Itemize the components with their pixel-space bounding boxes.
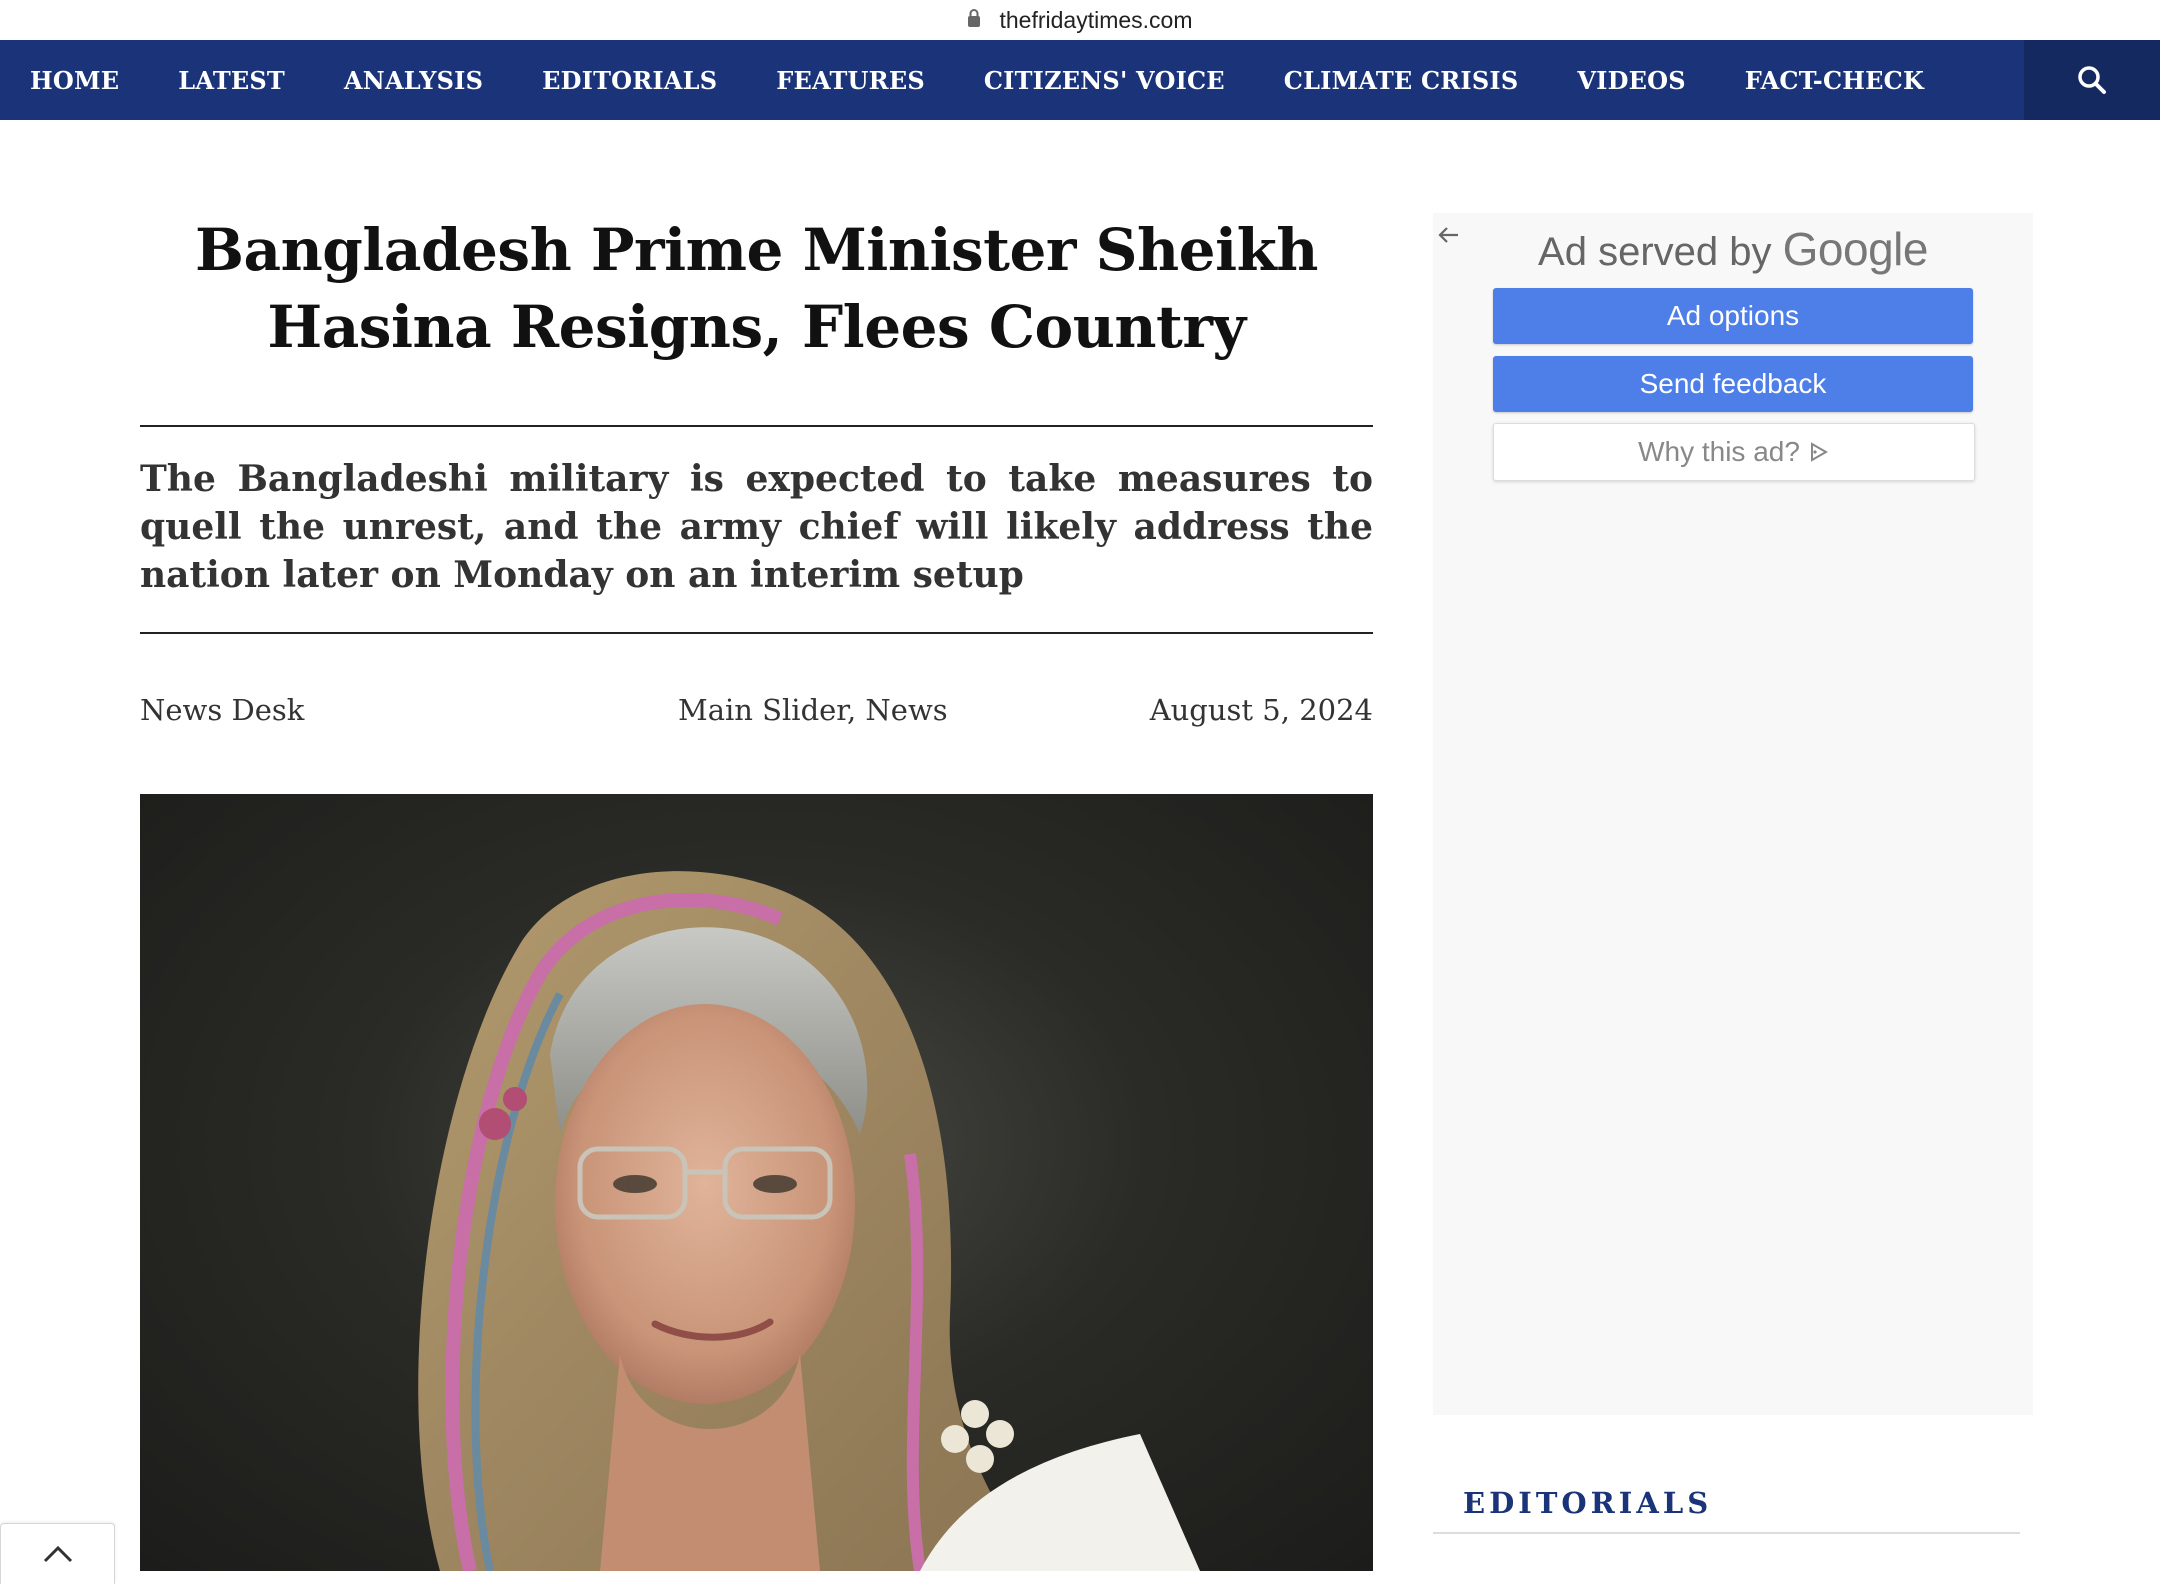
ad-title-prefix: Ad served by [1538,230,1772,274]
portrait-illustration [418,871,1200,1571]
article-dek: The Bangladeshi military is expected to … [140,458,1373,596]
nav-item-home[interactable]: HOME [30,66,119,95]
divider [140,632,1373,634]
nav-item-climate-crisis[interactable]: CLIMATE CRISIS [1284,66,1519,95]
headline-line-1: Bangladesh Prime Minister Sheikh [195,216,1318,284]
section-title-editorials[interactable]: EDITORIALS [1463,1486,1712,1520]
why-this-ad-button[interactable]: Why this ad? [1493,423,1975,481]
search-icon [2078,66,2106,94]
divider [1433,1532,2020,1534]
nav-item-features[interactable]: FEATURES [776,66,925,95]
adchoices-icon [1810,442,1828,462]
why-this-ad-label: Why this ad? [1638,436,1800,467]
main-nav: HOME LATEST ANALYSIS EDITORIALS FEATURES… [0,40,2160,120]
nav-item-fact-check[interactable]: FACT-CHECK [1745,66,1924,95]
nav-item-citizens-voice[interactable]: CITIZENS' VOICE [984,66,1225,95]
chevron-up-icon [43,1545,72,1563]
featured-photo [140,794,1373,1571]
category-links[interactable]: Main Slider, News [678,693,948,727]
headline-line-2: Hasina Resigns, Flees Country [267,293,1246,361]
nav-item-latest[interactable]: LATEST [178,66,285,95]
google-logo: Google [1782,223,1929,275]
ad-served-by: Ad served by Google [1433,222,2033,276]
author-link[interactable]: News Desk [140,693,304,727]
ad-options-button[interactable]: Ad options [1493,288,1973,344]
search-button[interactable] [2024,40,2160,120]
send-feedback-button[interactable]: Send feedback [1493,356,1973,412]
lock-icon [967,8,989,32]
nav-item-editorials[interactable]: EDITORIALS [542,66,717,95]
nav-item-videos[interactable]: VIDEOS [1577,66,1685,95]
nav-item-analysis[interactable]: ANALYSIS [344,66,483,95]
back-to-top-button[interactable] [0,1523,115,1584]
url-text: thefridaytimes.com [999,6,1193,33]
address-bar[interactable]: thefridaytimes.com [0,0,2160,40]
publish-date: August 5, 2024 [1149,693,1373,727]
divider [140,425,1373,427]
article-headline: Bangladesh Prime Minister Sheikh Hasina … [140,212,1373,366]
